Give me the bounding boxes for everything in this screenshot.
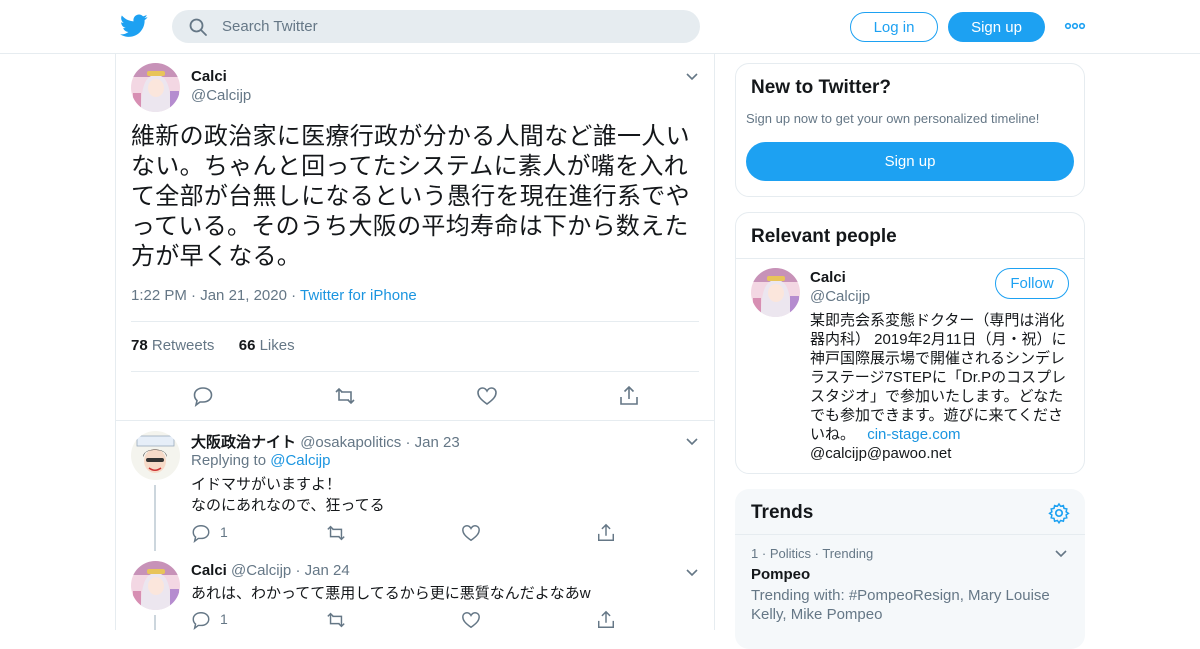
avatar-image-icon xyxy=(131,63,180,112)
person-avatar[interactable] xyxy=(751,268,800,317)
author-avatar[interactable] xyxy=(131,63,180,112)
more-options-icon[interactable] xyxy=(1064,18,1086,34)
retweets-stat[interactable]: 78 Retweets xyxy=(131,337,214,354)
reply-date[interactable]: Jan 24 xyxy=(305,562,350,579)
chevron-down-icon[interactable] xyxy=(1054,549,1068,559)
retweets-count: 78 xyxy=(131,337,148,354)
person-bio: 某即売会系変態ドクター（専門は消化器内科） 2019年2月11日（月・祝）に神戸… xyxy=(810,311,1072,463)
reply-count: 1 xyxy=(220,524,228,540)
separator-dot: · xyxy=(761,546,770,561)
reply-icon[interactable] xyxy=(191,523,211,543)
reply-date[interactable]: Jan 23 xyxy=(415,434,460,451)
reply-author-name[interactable]: 大阪政治ナイト xyxy=(191,434,296,451)
divider xyxy=(131,371,699,372)
reply-icon[interactable] xyxy=(192,385,214,407)
likes-count: 66 xyxy=(238,337,256,354)
retweet-icon[interactable] xyxy=(334,385,356,407)
reply-author-avatar[interactable] xyxy=(131,561,180,610)
tweet-timestamp: 1:22 PM · Jan 21, 2020 · Twitter for iPh… xyxy=(131,287,417,304)
relevant-people-card: Relevant people Calci @Calcijp Follow 某即… xyxy=(735,212,1085,474)
author-name[interactable]: Calci xyxy=(191,68,227,85)
person-bio-link[interactable]: cin-stage.com xyxy=(867,426,960,443)
person-bio-text: 某即売会系変態ドクター（専門は消化器内科） 2019年2月11日（月・祝）に神戸… xyxy=(810,312,1067,443)
likes-label: Likes xyxy=(259,337,295,354)
retweet-icon[interactable] xyxy=(326,610,346,630)
person-handle[interactable]: @Calcijp xyxy=(810,288,870,305)
new-to-twitter-title: New to Twitter? xyxy=(751,77,892,98)
share-icon[interactable] xyxy=(596,610,616,630)
trends-title: Trends xyxy=(751,502,814,523)
reply-tweet[interactable]: Calci @Calcijp · Jan 24 あれは、わかってて悪用してるから… xyxy=(116,551,714,630)
log-in-button[interactable]: Log in xyxy=(850,12,938,42)
like-heart-icon[interactable] xyxy=(461,523,481,543)
tweet-text: 維新の政治家に医療行政が分かる人間など誰一人いない。ちゃんと回ってたシステムに素… xyxy=(131,123,690,270)
search-box[interactable] xyxy=(172,10,700,43)
reply-header: Calci @Calcijp · Jan 24 xyxy=(191,562,350,579)
reply-text: あれは、わかってて悪用してるから更に悪質なんだよなあw xyxy=(191,585,591,602)
trend-rank: 1 xyxy=(751,546,759,561)
thread-line xyxy=(154,615,156,630)
separator-dot: · xyxy=(405,434,415,451)
reply-text: イドマサがいますよ！ なのにあれなので、狂ってる xyxy=(191,476,385,514)
person-bio-extra: @calcijp@pawoo.net xyxy=(810,445,952,462)
divider xyxy=(131,321,699,322)
likes-stat[interactable]: 66 Likes xyxy=(239,337,295,354)
separator-dot: · xyxy=(191,287,201,304)
trend-category: Politics xyxy=(769,546,811,561)
reply-author-handle[interactable]: @osakapolitics xyxy=(300,434,401,451)
trend-related: Trending with: #PompeoResign, Mary Louis… xyxy=(751,587,1050,623)
twitter-logo-icon[interactable] xyxy=(120,13,148,39)
reply-icon[interactable] xyxy=(191,610,211,630)
gear-icon[interactable] xyxy=(1048,502,1070,524)
retweets-label: Retweets xyxy=(151,337,215,354)
main-tweet: Calci @Calcijp 維新の政治家に医療行政が分かる人間など誰一人いない… xyxy=(116,54,714,421)
trend-status: Trending xyxy=(822,546,874,561)
sign-up-large-button[interactable]: Sign up xyxy=(746,142,1074,181)
chevron-down-icon[interactable] xyxy=(685,72,699,82)
follow-button[interactable]: Follow xyxy=(995,268,1069,299)
reply-author-name[interactable]: Calci xyxy=(191,562,227,579)
divider xyxy=(736,258,1084,259)
like-heart-icon[interactable] xyxy=(461,610,481,630)
avatar-image-icon xyxy=(751,268,800,317)
relevant-people-title: Relevant people xyxy=(751,226,897,247)
chevron-down-icon[interactable] xyxy=(685,437,699,447)
sign-up-button[interactable]: Sign up xyxy=(948,12,1045,42)
reply-author-avatar[interactable] xyxy=(131,431,180,480)
reply-count: 1 xyxy=(220,611,228,627)
replying-to: Replying to @Calcijp xyxy=(191,452,330,469)
new-to-twitter-subtitle: Sign up now to get your own personalized… xyxy=(746,111,1040,126)
reply-author-handle[interactable]: @Calcijp xyxy=(231,562,291,579)
trend-topic[interactable]: Pompeo xyxy=(751,566,810,583)
person-name[interactable]: Calci xyxy=(810,269,846,286)
tweet-date[interactable]: Jan 21, 2020 xyxy=(200,287,287,304)
trend-meta: 1 · Politics · Trending xyxy=(751,546,873,561)
replying-to-link[interactable]: @Calcijp xyxy=(270,452,330,469)
replying-to-label: Replying to xyxy=(191,452,267,469)
author-handle[interactable]: @Calcijp xyxy=(191,87,251,104)
tweet-time[interactable]: 1:22 PM xyxy=(131,287,187,304)
separator-dot: · xyxy=(295,562,305,579)
search-input[interactable] xyxy=(222,10,682,43)
thread-line xyxy=(154,485,156,551)
tweet-stats: 78 Retweets 66 Likes xyxy=(131,337,295,354)
retweet-icon[interactable] xyxy=(326,523,346,543)
separator-dot: · xyxy=(291,287,301,304)
avatar-image-icon xyxy=(131,561,180,610)
tweet-source-link[interactable]: Twitter for iPhone xyxy=(300,287,417,304)
divider xyxy=(735,534,1085,535)
top-bar: Log in Sign up xyxy=(0,0,1200,54)
share-icon[interactable] xyxy=(618,385,640,407)
avatar-image-icon xyxy=(131,431,180,480)
new-to-twitter-card: New to Twitter? Sign up now to get your … xyxy=(735,63,1085,197)
timeline-column: Calci @Calcijp 維新の政治家に医療行政が分かる人間など誰一人いない… xyxy=(115,54,715,630)
reply-header: 大阪政治ナイト @osakapolitics · Jan 23 xyxy=(191,431,460,452)
share-icon[interactable] xyxy=(596,523,616,543)
search-icon xyxy=(189,18,207,36)
chevron-down-icon[interactable] xyxy=(685,568,699,578)
like-heart-icon[interactable] xyxy=(476,385,498,407)
trends-card: Trends 1 · Politics · Trending Pompeo Tr… xyxy=(735,489,1085,649)
